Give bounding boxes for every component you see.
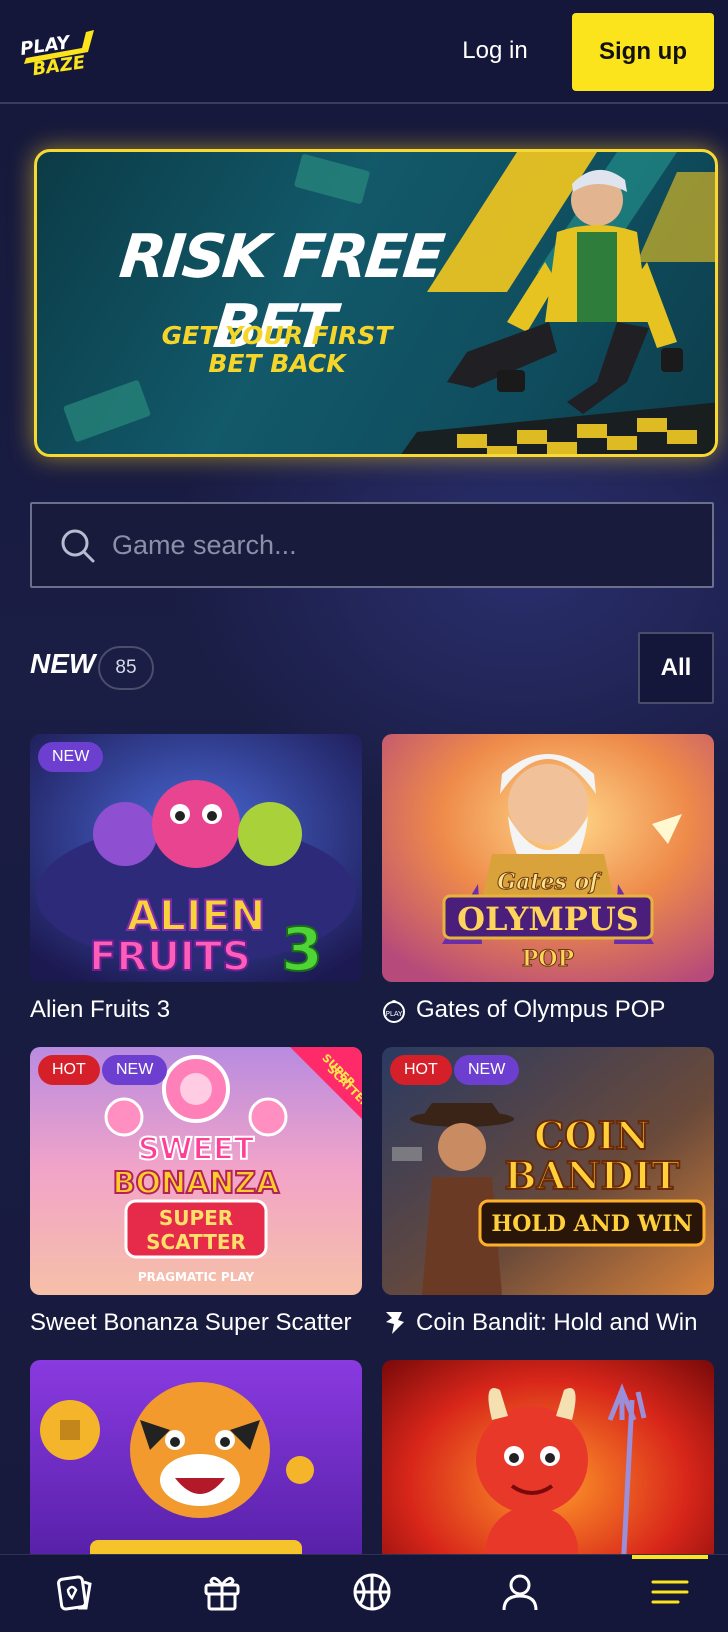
svg-text:OLYMPUS: OLYMPUS (457, 900, 639, 938)
game-title[interactable]: PLAY Gates of Olympus POP (382, 994, 714, 1026)
svg-text:BONANZA: BONANZA (113, 1166, 281, 1201)
game-title-text: Alien Fruits 3 (30, 996, 171, 1023)
svg-text:COIN: COIN (534, 1113, 650, 1158)
game-thumbnail[interactable]: SWEET BONANZA SUPER SCATTER PRAGMATIC PL… (30, 1047, 362, 1295)
banner-subtitle: GET YOUR FIRST BET BACK (87, 322, 467, 378)
game-search-box[interactable] (30, 502, 714, 588)
game-title-text: Sweet Bonanza Super Scatter (30, 1309, 352, 1336)
badge-new: NEW (38, 742, 104, 772)
svg-text:SCATTER: SCATTER (146, 1230, 246, 1254)
promo-banner[interactable]: RISK FREE BET GET YOUR FIRST BET BACK (34, 149, 718, 457)
game-card-gates-of-olympus-pop[interactable]: Gates of OLYMPUS POP PLAY Gates of Olymp… (382, 734, 714, 1026)
svg-text:3: 3 (281, 915, 323, 982)
badge-hot: HOT (390, 1055, 452, 1085)
all-games-button[interactable]: All (638, 632, 714, 704)
sports-ball-icon (352, 1572, 392, 1617)
section-title: NEW (30, 648, 96, 679)
badge-new: NEW (454, 1055, 520, 1085)
login-button[interactable]: Log in (446, 26, 544, 76)
signup-button[interactable]: Sign up (572, 13, 714, 91)
game-title[interactable]: Sweet Bonanza Super Scatter (30, 1307, 362, 1339)
svg-text:SWEET: SWEET (138, 1132, 255, 1167)
svg-text:FRUITS: FRUITS (89, 934, 251, 980)
game-thumbnail[interactable]: ALIEN FRUITS 3 NEW (30, 734, 362, 982)
game-title-text: Gates of Olympus POP (416, 996, 666, 1023)
game-card-alien-fruits-3[interactable]: ALIEN FRUITS 3 NEW Alien Fruits 3 (30, 734, 362, 1026)
badge-hot: HOT (38, 1055, 100, 1085)
bottom-navigation (0, 1554, 728, 1632)
game-card-coin-bandit[interactable]: COIN BANDIT HOLD AND WIN HOT NEW Coin Ba… (382, 1047, 714, 1339)
gift-icon (202, 1572, 242, 1617)
provider-icon (382, 1310, 406, 1336)
section-count-badge: 85 (98, 646, 154, 690)
casino-icon (54, 1572, 94, 1617)
svg-text:PLAY: PLAY (386, 1010, 404, 1018)
search-input[interactable] (112, 504, 692, 586)
game-title-text: Coin Bandit: Hold and Win (416, 1309, 698, 1336)
nav-menu[interactable] (620, 1555, 720, 1632)
game-title[interactable]: Alien Fruits 3 (30, 994, 362, 1026)
top-header: PLAY BAZE Log in Sign up (0, 0, 728, 104)
svg-text:Gates of: Gates of (497, 869, 602, 895)
nav-sports[interactable] (322, 1555, 422, 1632)
nav-promotions[interactable] (172, 1555, 272, 1632)
provider-label: PRAGMATIC PLAY (138, 1270, 255, 1284)
user-icon (500, 1572, 540, 1617)
banner-subtitle-line2: BET BACK (208, 349, 346, 378)
game-thumbnail[interactable]: COIN BANDIT HOLD AND WIN HOT NEW (382, 1047, 714, 1295)
svg-text:ALIEN: ALIEN (127, 891, 266, 940)
nav-profile[interactable] (470, 1555, 570, 1632)
svg-text:BANDIT: BANDIT (504, 1153, 679, 1198)
svg-text:POP: POP (522, 946, 574, 972)
pragmatic-play-icon: PLAY (382, 997, 406, 1023)
search-icon (60, 528, 96, 564)
svg-text:HOLD AND WIN: HOLD AND WIN (491, 1211, 692, 1237)
banner-subtitle-line1: GET YOUR FIRST (161, 321, 393, 350)
game-title[interactable]: Coin Bandit: Hold and Win (382, 1307, 714, 1339)
svg-text:SUPER: SUPER (159, 1206, 233, 1230)
game-card-sweet-bonanza-super-scatter[interactable]: SWEET BONANZA SUPER SCATTER PRAGMATIC PL… (30, 1047, 362, 1339)
badge-new: NEW (102, 1055, 168, 1085)
playbaze-logo[interactable]: PLAY BAZE (16, 24, 100, 80)
nav-casino[interactable] (24, 1555, 124, 1632)
game-thumbnail[interactable]: Gates of OLYMPUS POP (382, 734, 714, 982)
menu-icon (650, 1572, 690, 1617)
